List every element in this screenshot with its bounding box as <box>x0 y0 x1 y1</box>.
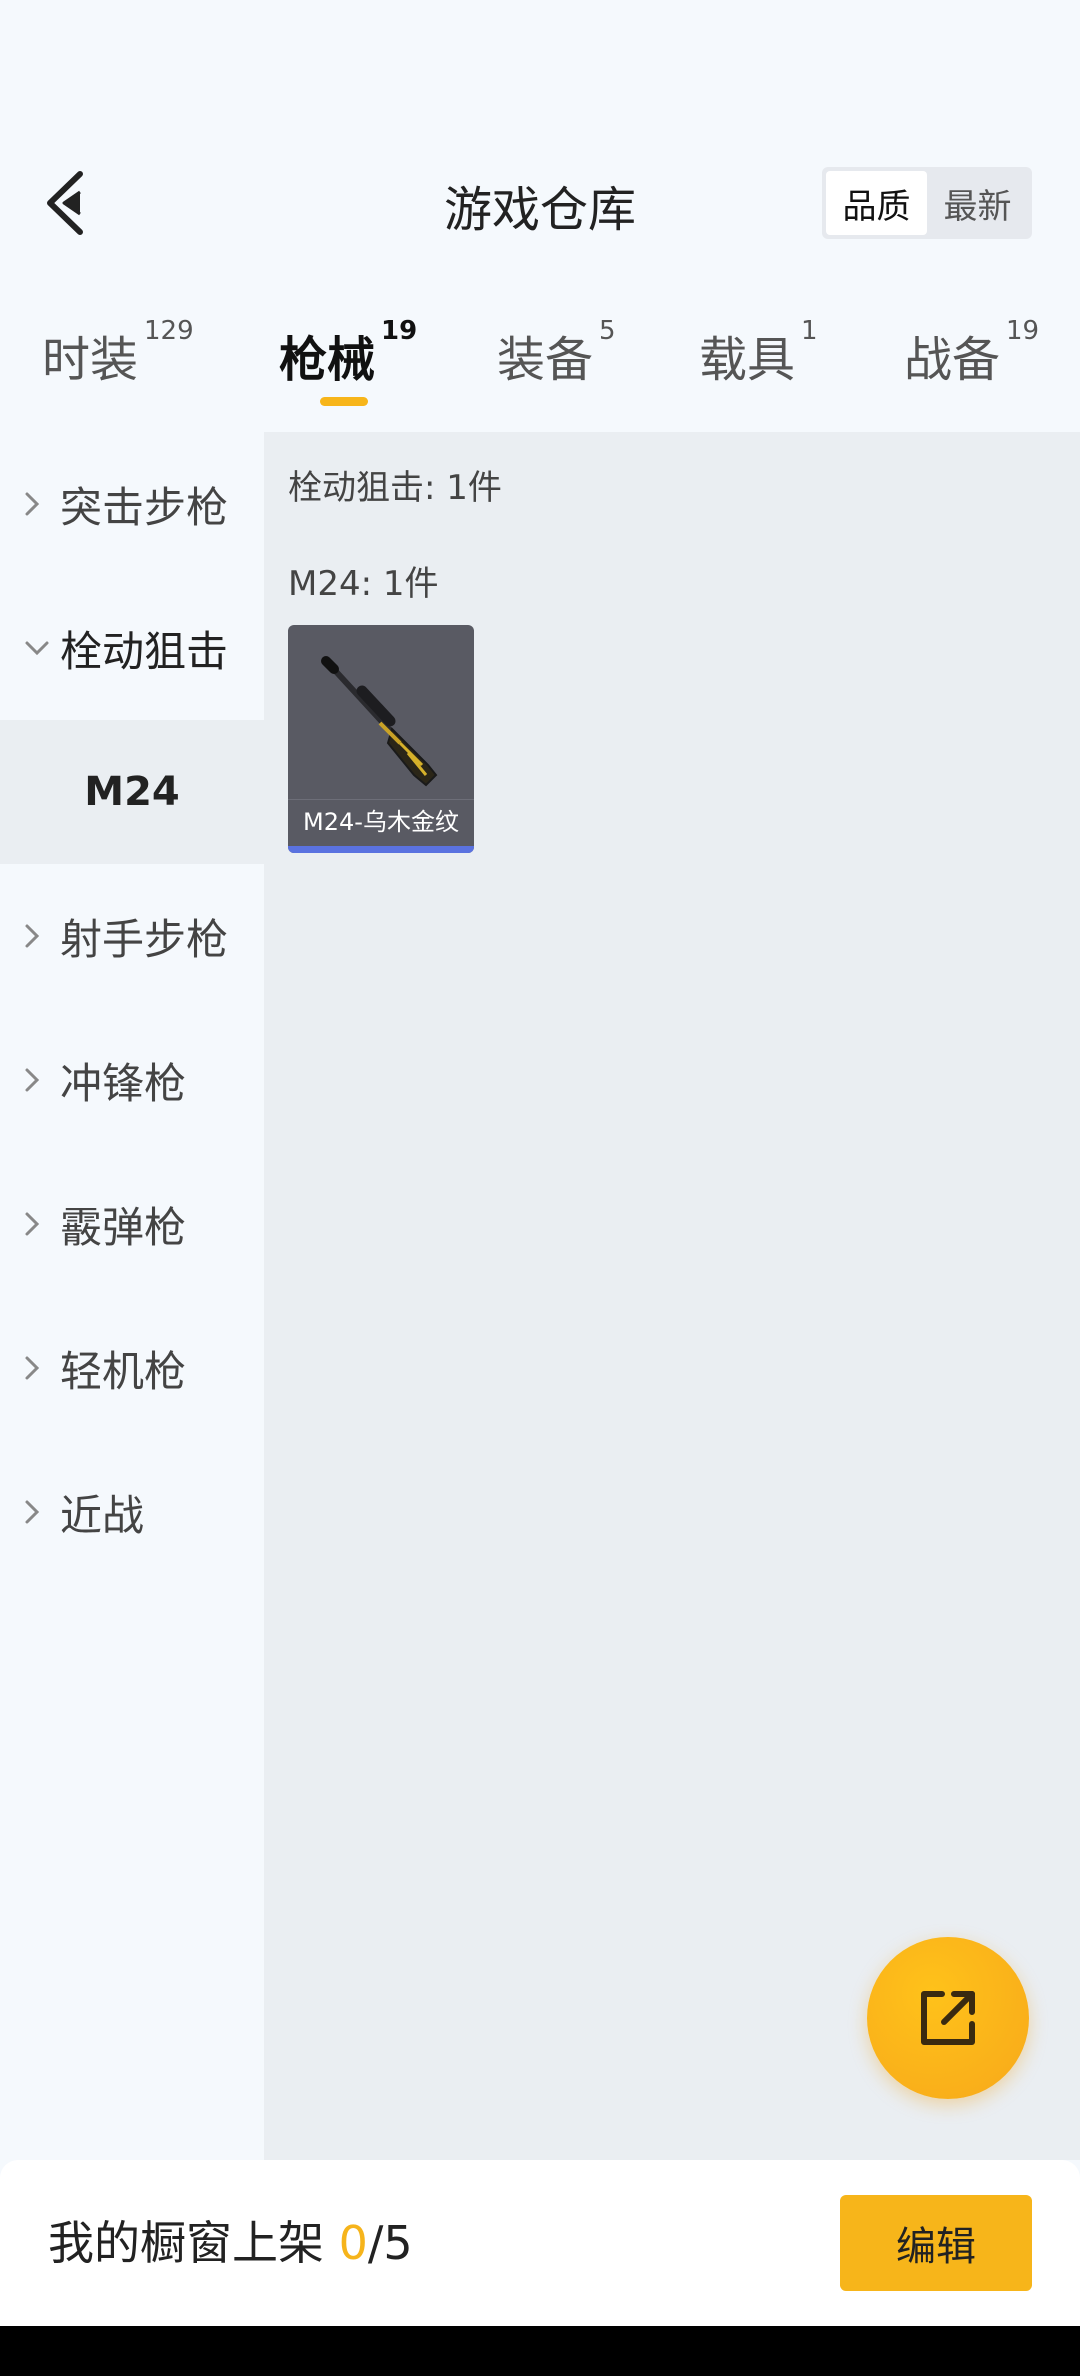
chevron-right-icon <box>24 1499 60 1525</box>
tab-count: 19 <box>1006 316 1040 346</box>
rifle-icon <box>321 656 438 787</box>
sidebar-item-smg[interactable]: 冲锋枪 <box>0 1008 264 1152</box>
shelf-count: 0 <box>338 2216 368 2270</box>
bottom-bar: 我的橱窗上架 0/5 编辑 <box>0 2160 1080 2326</box>
sidebar-item-label: 射手步枪 <box>60 914 229 964</box>
share-external-icon <box>921 1991 975 2045</box>
tab-label: 战备 <box>904 332 1001 388</box>
chevron-right-icon <box>24 1211 60 1237</box>
sidebar-item-bolt-sniper[interactable]: 栓动狙击 <box>0 576 264 720</box>
sidebar-item-label: 近战 <box>60 1490 145 1540</box>
rarity-bar <box>288 846 474 853</box>
sidebar-subitem-m24[interactable]: M24 <box>0 720 264 864</box>
tab-supplies[interactable]: 战备19 <box>904 316 1039 390</box>
shelf-status: 我的橱窗上架 0/5 <box>48 2160 413 2326</box>
sidebar-item-label: 冲锋枪 <box>60 1058 187 1108</box>
chevron-right-icon <box>24 923 60 949</box>
tab-equipment[interactable]: 装备5 <box>497 316 616 390</box>
chevron-right-icon <box>24 1355 60 1381</box>
category-sidebar: 突击步枪 栓动狙击 M24 射手步枪 冲锋枪 霰弹枪 轻机枪 近战 <box>0 432 264 2160</box>
shelf-total: /5 <box>367 2216 413 2270</box>
sort-toggle: 品质 最新 <box>822 167 1032 239</box>
subcategory-summary: M24: 1件 <box>288 564 439 604</box>
shelf-label: 我的橱窗上架 <box>48 2216 324 2270</box>
sidebar-item-label: 突击步枪 <box>60 482 229 532</box>
tab-count: 1 <box>801 316 818 346</box>
tab-count: 129 <box>144 316 194 346</box>
tab-label: 枪械 <box>279 332 376 388</box>
sort-by-quality[interactable]: 品质 <box>826 171 927 235</box>
tab-vehicles[interactable]: 载具1 <box>699 316 818 390</box>
chevron-right-icon <box>24 1067 60 1093</box>
tab-label: 时装 <box>42 332 139 388</box>
tab-count: 19 <box>381 316 418 346</box>
sort-by-latest[interactable]: 最新 <box>927 171 1028 235</box>
active-tab-indicator <box>320 397 368 406</box>
chevron-down-icon <box>24 640 60 656</box>
sidebar-item-label: 霰弹枪 <box>60 1202 187 1252</box>
share-fab[interactable] <box>867 1937 1029 2099</box>
tab-fashion[interactable]: 时装129 <box>42 316 194 390</box>
system-nav-bar <box>0 2326 1080 2376</box>
category-tabs: 时装129 枪械19 装备5 载具1 战备19 <box>0 316 1080 420</box>
sidebar-item-assault-rifle[interactable]: 突击步枪 <box>0 432 264 576</box>
header: 游戏仓库 品质 最新 <box>0 150 1080 260</box>
tab-firearms[interactable]: 枪械19 <box>279 316 417 390</box>
item-panel: 栓动狙击: 1件 M24: 1件 M24-乌木金纹 <box>264 432 1080 2160</box>
item-card[interactable]: M24-乌木金纹 <box>288 625 474 853</box>
sidebar-item-label: 轻机枪 <box>60 1346 187 1396</box>
sidebar-item-lmg[interactable]: 轻机枪 <box>0 1296 264 1440</box>
sidebar-item-melee[interactable]: 近战 <box>0 1440 264 1584</box>
chevron-right-icon <box>24 491 60 517</box>
category-summary: 栓动狙击: 1件 <box>288 468 502 508</box>
tab-label: 装备 <box>497 332 594 388</box>
item-name: M24-乌木金纹 <box>288 799 474 844</box>
edit-button[interactable]: 编辑 <box>840 2195 1032 2291</box>
sidebar-item-label: 栓动狙击 <box>60 626 229 676</box>
sidebar-item-marksman-rifle[interactable]: 射手步枪 <box>0 864 264 1008</box>
tab-label: 载具 <box>699 332 796 388</box>
sidebar-item-shotgun[interactable]: 霰弹枪 <box>0 1152 264 1296</box>
tab-count: 5 <box>599 316 616 346</box>
